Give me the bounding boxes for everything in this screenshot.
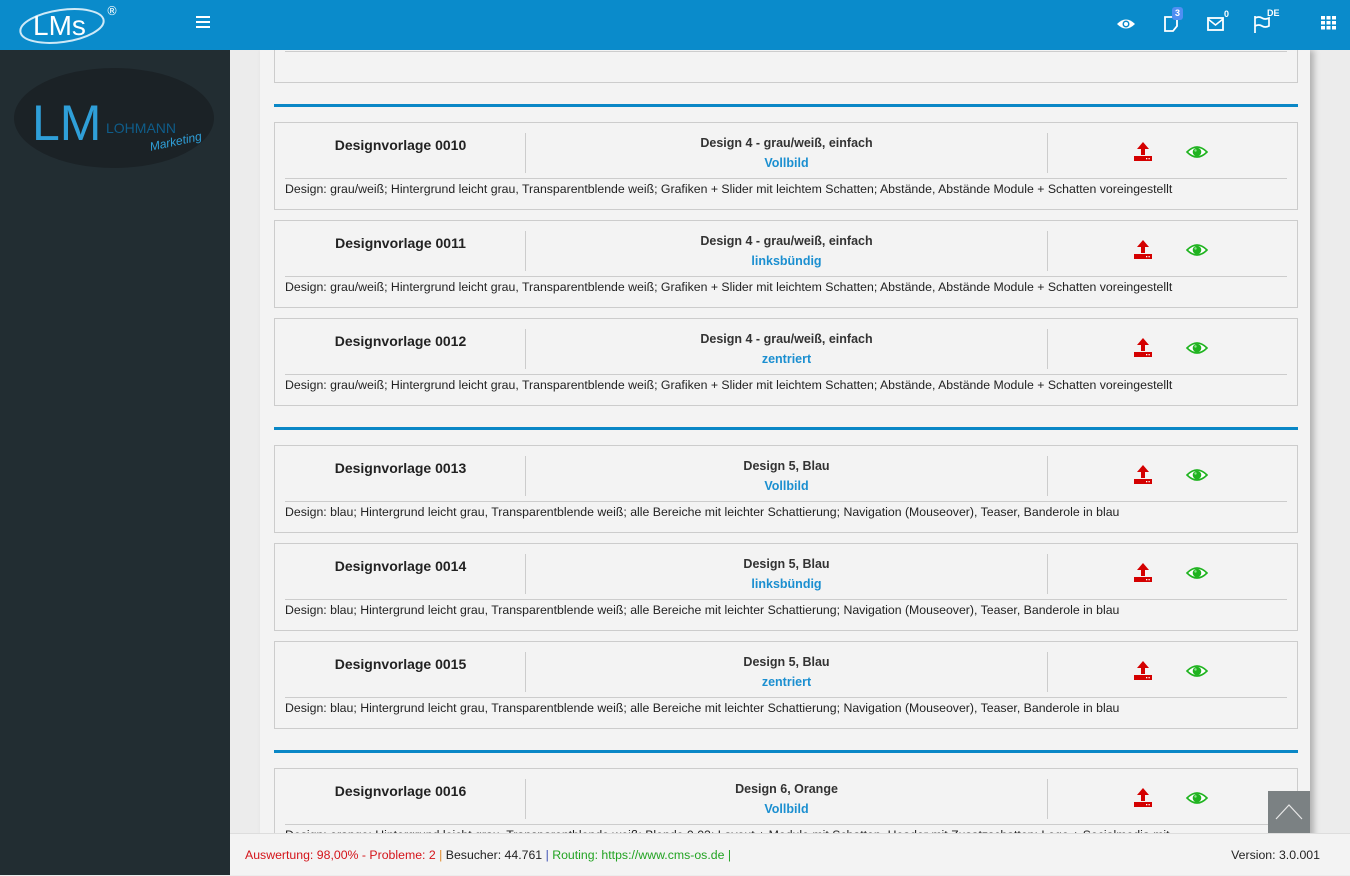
svg-text:®: ® xyxy=(106,4,118,18)
sidebar: LM LOHMANN Marketing xyxy=(0,50,230,875)
eye-icon[interactable] xyxy=(1116,14,1136,34)
variant-link[interactable]: linksbündig xyxy=(526,577,1047,591)
design-name: Design 5, Blau xyxy=(743,557,830,571)
variant-link[interactable]: zentriert xyxy=(526,675,1047,689)
template-title: Designvorlage 0016 xyxy=(334,783,467,799)
brand-text: LMs xyxy=(33,10,86,41)
design-template-card: Designvorlage 0010 Design 4 - grau/weiß,… xyxy=(274,122,1298,210)
template-description: Design: grau/weiß; Hintergrund leicht gr… xyxy=(285,182,1173,196)
routing-link[interactable]: https://www.cms-os.de xyxy=(601,848,724,862)
variant-link[interactable]: zentriert xyxy=(526,352,1047,366)
design-name: Design 5, Blau xyxy=(743,655,830,669)
upload-icon[interactable] xyxy=(1133,464,1153,489)
version-label: Version: 3.0.001 xyxy=(1231,848,1320,862)
upload-icon[interactable] xyxy=(1133,141,1153,166)
template-title: Designvorlage 0015 xyxy=(334,656,467,672)
sidebar-toggle-button[interactable] xyxy=(196,16,210,28)
flag-icon[interactable]: DE xyxy=(1252,8,1280,34)
template-description: Design: grau/weiß; Hintergrund leicht gr… xyxy=(285,280,1173,294)
template-title: Designvorlage 0013 xyxy=(334,460,467,476)
design-name: Design 4 - grau/weiß, einfach xyxy=(700,136,873,150)
variant-link[interactable]: Vollbild xyxy=(526,479,1047,493)
top-navbar: LMs ® 3 0 DE xyxy=(0,0,1350,50)
mail-icon[interactable]: 0 xyxy=(1206,9,1229,34)
upload-icon[interactable] xyxy=(1133,239,1153,264)
main-content: Designvorlage 0010 Design 4 - grau/weiß,… xyxy=(230,50,1350,833)
group-divider xyxy=(274,104,1298,107)
variant-link[interactable]: linksbündig xyxy=(526,254,1047,268)
template-description: Design: blau; Hintergrund leicht grau, T… xyxy=(285,603,1120,617)
variant-link[interactable]: Vollbild xyxy=(526,802,1047,816)
status-footer: Auswertung: 98,00% - Probleme: 2 | Besuc… xyxy=(230,833,1350,875)
svg-text:LOHMANN: LOHMANN xyxy=(106,120,176,136)
group-divider xyxy=(274,750,1298,753)
content-panel: Designvorlage 0010 Design 4 - grau/weiß,… xyxy=(260,50,1310,833)
upload-icon[interactable] xyxy=(1133,660,1153,685)
design-template-card: Designvorlage 0014 Design 5, Blau linksb… xyxy=(274,543,1298,631)
preview-eye-icon[interactable] xyxy=(1185,243,1209,262)
preview-eye-icon[interactable] xyxy=(1185,341,1209,360)
upload-icon[interactable] xyxy=(1133,787,1153,812)
mail-count-badge: 0 xyxy=(1224,9,1230,19)
template-title: Designvorlage 0012 xyxy=(334,333,467,349)
template-description: Design: grau/weiß; Hintergrund leicht gr… xyxy=(285,378,1173,392)
template-description: Design: blau; Hintergrund leicht grau, T… xyxy=(285,701,1120,715)
template-description: Design: blau; Hintergrund leicht grau, T… xyxy=(285,505,1120,519)
design-name: Design 6, Orange xyxy=(735,782,838,796)
scroll-to-top-button[interactable] xyxy=(1268,791,1310,833)
design-name: Design 5, Blau xyxy=(743,459,830,473)
preview-eye-icon[interactable] xyxy=(1185,664,1209,683)
design-name: Design 4 - grau/weiß, einfach xyxy=(700,234,873,248)
upload-icon[interactable] xyxy=(1133,337,1153,362)
preview-eye-icon[interactable] xyxy=(1185,566,1209,585)
design-template-card: Designvorlage 0016 Design 6, Orange Voll… xyxy=(274,768,1298,833)
partial-card xyxy=(274,50,1298,83)
language-badge: DE xyxy=(1267,8,1280,18)
lohmann-marketing-logo: LM LOHMANN Marketing xyxy=(14,68,214,168)
preview-eye-icon[interactable] xyxy=(1185,145,1209,164)
template-title: Designvorlage 0011 xyxy=(335,235,466,251)
design-template-card: Designvorlage 0013 Design 5, Blau Vollbi… xyxy=(274,445,1298,533)
template-title: Designvorlage 0014 xyxy=(334,558,467,574)
design-template-card: Designvorlage 0011 Design 4 - grau/weiß,… xyxy=(274,220,1298,308)
preview-eye-icon[interactable] xyxy=(1185,791,1209,810)
apps-grid-icon[interactable] xyxy=(1321,16,1341,36)
evaluation-status[interactable]: Auswertung: 98,00% - Probleme: 2 xyxy=(245,848,436,862)
preview-eye-icon[interactable] xyxy=(1185,468,1209,487)
notes-icon[interactable]: 3 xyxy=(1162,7,1184,34)
group-divider xyxy=(274,427,1298,430)
svg-text:LM: LM xyxy=(32,95,101,151)
design-template-card: Designvorlage 0012 Design 4 - grau/weiß,… xyxy=(274,318,1298,406)
variant-link[interactable]: Vollbild xyxy=(526,156,1047,170)
template-title: Designvorlage 0010 xyxy=(334,137,467,153)
design-template-card: Designvorlage 0015 Design 5, Blau zentri… xyxy=(274,641,1298,729)
notes-count-badge: 3 xyxy=(1172,7,1184,20)
design-name: Design 4 - grau/weiß, einfach xyxy=(700,332,873,346)
routing-label: Routing: xyxy=(552,848,602,862)
upload-icon[interactable] xyxy=(1133,562,1153,587)
visitor-count: Besucher: 44.761 xyxy=(445,848,543,862)
